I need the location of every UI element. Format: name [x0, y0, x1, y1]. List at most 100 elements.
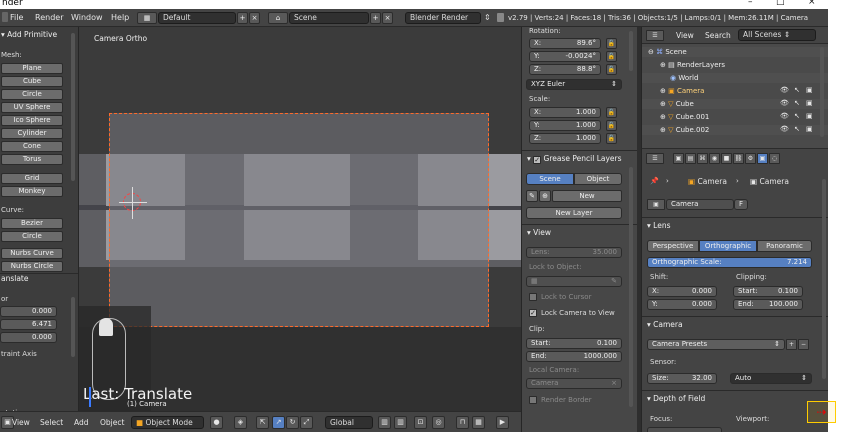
visibility-eye-icon[interactable]: 👁	[780, 125, 789, 133]
gp-new-layer-button[interactable]: New Layer	[526, 207, 622, 219]
add-curve-circle-button[interactable]: Circle	[1, 231, 63, 242]
breadcrumb-object[interactable]: ▣ Camera	[688, 177, 727, 186]
orthographic-scale-field[interactable]: Orthographic Scale: 7.214	[647, 257, 812, 268]
shift-x-field[interactable]: X: 0.000	[647, 286, 717, 297]
grease-pencil-layers-header[interactable]: ▾ ✓ Grease Pencil Layers	[527, 154, 622, 164]
constraints-tab-icon[interactable]: ⛓	[733, 153, 744, 164]
add-nurbs-circle-button[interactable]: Nurbs Circle	[1, 261, 63, 272]
lock-scale-y-icon[interactable]: 🔓	[606, 120, 617, 131]
add-uv-sphere-button[interactable]: UV Sphere	[1, 102, 63, 113]
viewport-menu-add[interactable]: Add	[74, 418, 89, 427]
add-monkey-button[interactable]: Monkey	[1, 186, 63, 197]
visibility-eye-icon[interactable]: 👁	[780, 86, 789, 94]
lens-panel-header[interactable]: ▾ Lens	[647, 221, 670, 230]
add-plane-button[interactable]: Plane	[1, 63, 63, 74]
object-tab-icon[interactable]: ■	[721, 153, 732, 164]
camera-datablock-browse-icon[interactable]: ▣	[647, 199, 665, 210]
renderability-camera-icon[interactable]: ▣	[806, 112, 813, 120]
lock-rotation-x-icon[interactable]: 🔓	[606, 38, 617, 49]
add-preset-icon[interactable]: +	[786, 339, 797, 350]
outliner-row-world[interactable]: ◉ World	[642, 73, 829, 83]
render-border-checkbox[interactable]	[529, 396, 537, 404]
vector-x-field[interactable]: 0.000	[0, 306, 57, 317]
outliner-row-camera[interactable]: ⊕ ▣ Camera	[642, 86, 829, 96]
modifiers-tab-icon[interactable]: ⚙	[745, 153, 756, 164]
scale-x-field[interactable]: X: 1.000	[529, 107, 601, 118]
outliner-menu-view[interactable]: View	[676, 31, 694, 40]
visibility-eye-icon[interactable]: 👁	[780, 99, 789, 107]
outliner-scrollbar[interactable]	[820, 47, 824, 137]
opengl-render-icon[interactable]: ▶	[496, 416, 509, 429]
menu-window[interactable]: Window	[71, 13, 103, 22]
camera-datablock-name[interactable]: Camera	[666, 199, 734, 210]
render-layers-tab-icon[interactable]: ▤	[685, 153, 696, 164]
camera-data-tab-icon[interactable]: ▣	[757, 153, 768, 164]
n-panel-scrollbar-lower[interactable]	[629, 167, 633, 407]
transform-orientation-selector[interactable]: Global	[325, 416, 373, 429]
engine-dropdown-icon[interactable]: ⇕	[484, 13, 491, 22]
scene-add-icon[interactable]: +	[370, 12, 381, 24]
minimize-icon[interactable]: –	[748, 0, 753, 7]
clipping-end-field[interactable]: End: 100.000	[733, 299, 803, 310]
focus-object-field[interactable]	[647, 427, 722, 432]
panoramic-tab[interactable]: Panoramic	[757, 240, 812, 252]
scene-tab-icon[interactable]: ⌘	[697, 153, 708, 164]
remove-preset-icon[interactable]: −	[798, 339, 809, 350]
renderability-camera-icon[interactable]: ▣	[806, 86, 813, 94]
scene-remove-icon[interactable]: ×	[382, 12, 393, 24]
add-bezier-button[interactable]: Bezier	[1, 218, 63, 229]
tool-shelf-scrollbar[interactable]	[71, 33, 75, 181]
vector-y-field[interactable]: 6.471	[0, 319, 57, 330]
outliner-row-cube[interactable]: ⊕ ▽ Cube	[642, 99, 829, 109]
rotation-x-field[interactable]: X: 89.6°	[529, 38, 601, 49]
scene-icon[interactable]: ⌂	[268, 12, 288, 24]
translate-manipulator-icon[interactable]: ↗	[272, 416, 285, 429]
outliner-row-scene[interactable]: ⊖ ⌘ Scene	[642, 47, 829, 57]
scale-z-field[interactable]: Z: 1.000	[529, 133, 601, 144]
lock-rotation-z-icon[interactable]: 🔓	[606, 64, 617, 75]
camera-panel-header[interactable]: ▾ Camera	[647, 320, 683, 329]
local-camera-field[interactable]: Camera ×	[526, 378, 622, 389]
view-panel-header[interactable]: ▾ View	[527, 228, 551, 237]
snap-icon[interactable]: ⊓	[456, 416, 469, 429]
add-circle-button[interactable]: Circle	[1, 89, 63, 100]
renderability-camera-icon[interactable]: ▣	[806, 125, 813, 133]
selectability-arrow-icon[interactable]: ↖	[794, 112, 800, 120]
3d-viewport[interactable]: Camera Ortho Last: Translate (1) Camera	[79, 27, 521, 411]
viewport-menu-object[interactable]: Object	[100, 418, 124, 427]
clip-start-field[interactable]: Start: 0.100	[526, 338, 622, 349]
operator-panel-scrollbar[interactable]	[71, 297, 75, 357]
renderability-camera-icon[interactable]: ▣	[806, 99, 813, 107]
scale-manipulator-icon[interactable]: ⤢	[300, 416, 313, 429]
outliner-menu-search[interactable]: Search	[705, 31, 731, 40]
depth-of-field-panel-header[interactable]: ▾ Depth of Field	[647, 394, 705, 403]
add-cone-button[interactable]: Cone	[1, 141, 63, 152]
perspective-tab[interactable]: Perspective	[647, 240, 699, 252]
viewport-menu-select[interactable]: Select	[40, 418, 63, 427]
menu-file[interactable]: File	[10, 13, 23, 22]
lock-scale-z-icon[interactable]: 🔓	[606, 133, 617, 144]
menu-render[interactable]: Render	[35, 13, 63, 22]
selectability-arrow-icon[interactable]: ↖	[794, 86, 800, 94]
lens-field[interactable]: Lens: 35.000	[526, 247, 622, 258]
close-icon[interactable]: ×	[808, 0, 816, 7]
layout-remove-icon[interactable]: ×	[249, 12, 260, 24]
outliner-row-renderlayers[interactable]: ⊕ ▤ RenderLayers	[642, 60, 829, 70]
layout-icon[interactable]: ▦	[137, 12, 157, 24]
fake-user-button[interactable]: F	[734, 199, 748, 210]
rotate-manipulator-icon[interactable]: ↻	[286, 416, 299, 429]
n-panel-scrollbar[interactable]	[629, 31, 633, 71]
physics-tab-icon[interactable]: ◌	[769, 153, 780, 164]
lock-to-cursor-checkbox[interactable]	[529, 293, 537, 301]
properties-scrollbar[interactable]	[822, 179, 826, 379]
menu-help[interactable]: Help	[111, 13, 129, 22]
add-ico-sphere-button[interactable]: Ico Sphere	[1, 115, 63, 126]
add-cube-button[interactable]: Cube	[1, 76, 63, 87]
vector-z-field[interactable]: 0.000	[0, 332, 57, 343]
pivot-point-icon[interactable]: ◈	[234, 416, 247, 429]
selectability-arrow-icon[interactable]: ↖	[794, 99, 800, 107]
lock-layers-icon[interactable]: ⊡	[414, 416, 427, 429]
breadcrumb-data[interactable]: ▣ Camera	[750, 177, 789, 186]
scene-selector[interactable]: Scene	[289, 12, 369, 24]
add-grid-button[interactable]: Grid	[1, 173, 63, 184]
